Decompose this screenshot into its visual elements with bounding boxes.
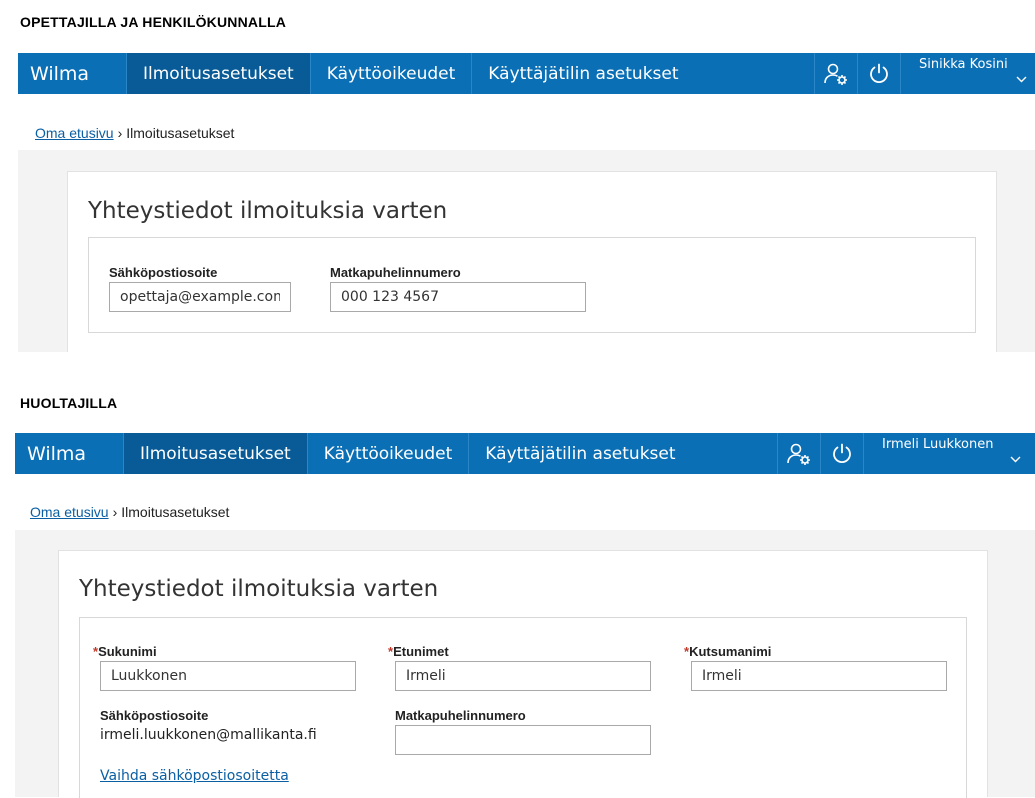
brand-logo[interactable]: Wilma — [18, 53, 126, 94]
nav-item-access-rights[interactable]: Käyttöoikeudet — [306, 433, 469, 474]
user-name: Irmeli Luukkonen — [882, 437, 994, 452]
nickname-label: *Kutsumanimi — [684, 644, 772, 659]
email-value: irmeli.luukkonen@mallikanta.fi — [100, 727, 317, 743]
card-title: Yhteystiedot ilmoituksia varten — [79, 576, 439, 602]
power-icon[interactable] — [820, 433, 863, 474]
lastname-label: *Sukunimi — [93, 644, 157, 659]
brand-logo[interactable]: Wilma — [15, 433, 123, 474]
power-icon[interactable] — [857, 53, 900, 94]
breadcrumb: Oma etusivu › Ilmoitusasetukset — [35, 125, 234, 141]
guardian-navbar: Wilma Ilmoitusasetukset Käyttöoikeudet K… — [15, 433, 1035, 474]
lastname-field[interactable] — [100, 661, 356, 691]
email-label: Sähköpostiosoite — [100, 708, 209, 723]
nav-item-account-settings[interactable]: Käyttäjätilin asetukset — [471, 53, 694, 94]
chevron-down-icon — [1010, 452, 1021, 466]
breadcrumb-current: Ilmoitusasetukset — [121, 504, 230, 520]
staff-navbar: Wilma Ilmoitusasetukset Käyttöoikeudet K… — [18, 53, 1035, 94]
nickname-field[interactable] — [691, 661, 947, 691]
phone-field[interactable] — [330, 282, 586, 312]
breadcrumb: Oma etusivu › Ilmoitusasetukset — [30, 504, 229, 520]
phone-label: Matkapuhelinnumero — [395, 708, 526, 723]
breadcrumb-separator: › — [112, 504, 118, 520]
breadcrumb-current: Ilmoitusasetukset — [126, 125, 235, 141]
nav-item-access-rights[interactable]: Käyttöoikeudet — [309, 53, 472, 94]
guardian-contact-card: Yhteystiedot ilmoituksia varten *Sukunim… — [58, 550, 988, 798]
user-settings-icon[interactable] — [814, 53, 857, 94]
email-field[interactable] — [109, 282, 291, 312]
contact-fields-box: *Sukunimi *Etunimet *Kutsumanimi Sähköpo… — [79, 617, 967, 798]
firstnames-label: *Etunimet — [388, 644, 449, 659]
chevron-down-icon — [1016, 72, 1027, 86]
breadcrumb-home-link[interactable]: Oma etusivu — [35, 125, 114, 141]
staff-section-heading: OPETTAJILLA JA HENKILÖKUNNALLA — [20, 14, 287, 30]
nav-item-account-settings[interactable]: Käyttäjätilin asetukset — [468, 433, 691, 474]
user-menu[interactable]: Irmeli Luukkonen — [863, 433, 1035, 474]
staff-contact-card: Yhteystiedot ilmoituksia varten Sähköpos… — [67, 171, 997, 352]
guardian-section-heading: HUOLTAJILLA — [20, 395, 118, 411]
card-title: Yhteystiedot ilmoituksia varten — [88, 198, 448, 224]
user-settings-icon[interactable] — [777, 433, 820, 474]
breadcrumb-separator: › — [117, 125, 123, 141]
breadcrumb-home-link[interactable]: Oma etusivu — [30, 504, 109, 520]
firstnames-field[interactable] — [395, 661, 651, 691]
email-label: Sähköpostiosoite — [109, 265, 218, 280]
phone-field[interactable] — [395, 725, 651, 755]
nav-item-notification-settings[interactable]: Ilmoitusasetukset — [123, 433, 307, 474]
contact-fields-box: Sähköpostiosoite Matkapuhelinnumero — [88, 237, 976, 333]
change-email-link[interactable]: Vaihda sähköpostiosoitetta — [100, 768, 289, 784]
user-name: Sinikka Kosini — [919, 57, 1008, 72]
user-menu[interactable]: Sinikka Kosini — [900, 53, 1035, 94]
nav-item-notification-settings[interactable]: Ilmoitusasetukset — [126, 53, 310, 94]
phone-label: Matkapuhelinnumero — [330, 265, 461, 280]
